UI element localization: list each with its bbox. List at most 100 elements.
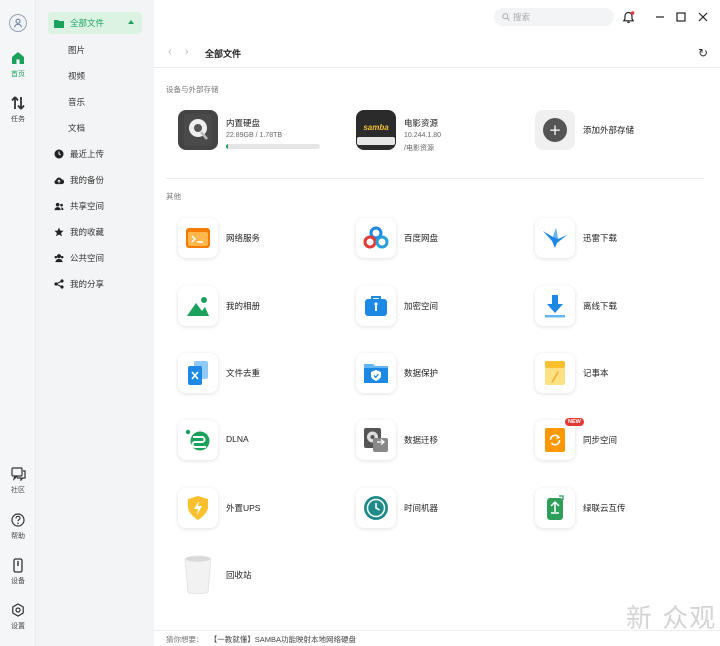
tile-external-ups[interactable]: 外置UPS xyxy=(178,488,348,536)
tile-label: 加密空间 xyxy=(404,301,439,311)
maximize-icon xyxy=(676,12,686,22)
tile-add-external-storage[interactable]: + 添加外部存储 xyxy=(535,110,705,158)
bell-icon xyxy=(622,10,634,23)
transfer-icon xyxy=(11,96,25,110)
tile-recycle-bin[interactable]: 回收站 xyxy=(178,555,348,603)
user-icon xyxy=(14,18,22,28)
rail-item-home[interactable]: 首页 xyxy=(0,50,36,79)
main-content: ‹ › 全部文件 ↻ 设备与外部存储 内置硬盘 22.89GB / 1.78TB… xyxy=(154,36,720,646)
sidebar-item-label: 我的收藏 xyxy=(70,227,105,237)
close-button[interactable] xyxy=(696,10,710,24)
tile-encrypted-space[interactable]: 加密空间 xyxy=(356,286,526,334)
tile-label: 网络服务 xyxy=(226,233,261,243)
gear-icon xyxy=(12,603,24,617)
home-icon xyxy=(12,52,24,64)
section-title-other: 其他 xyxy=(166,192,181,201)
tile-offline-download[interactable]: 离线下载 xyxy=(535,286,705,334)
tile-movie-resource[interactable]: samba 电影资源 10.244.1.80 /电影资源 xyxy=(356,110,526,158)
plus-icon: + xyxy=(549,121,562,139)
sidebar: 全部文件 图片 视频 音乐 文档 最近上传 我的备份 共享空间 我的收藏 公共空… xyxy=(36,0,154,646)
disk-usage-text: 22.89GB / 1.78TB xyxy=(226,132,283,139)
device-icon xyxy=(13,557,23,573)
tile-time-machine[interactable]: 时间机器 xyxy=(356,488,526,536)
minimize-button[interactable] xyxy=(653,10,667,24)
recommendation-hint: 猜你想要： xyxy=(166,635,204,644)
tile-label: 离线下载 xyxy=(583,301,618,311)
refresh-button[interactable]: ↻ xyxy=(698,46,708,60)
tile-data-protection[interactable]: 数据保护 xyxy=(356,353,526,401)
sidebar-sub-music[interactable]: 音乐 xyxy=(68,96,85,108)
tile-internal-disk[interactable]: 内置硬盘 22.89GB / 1.78TB xyxy=(178,110,348,158)
cloud-upload-icon xyxy=(54,177,64,184)
rail-label-device: 设备 xyxy=(11,578,25,585)
minimize-icon xyxy=(656,16,664,18)
trash-bin-icon xyxy=(178,555,218,595)
tile-label: 电影资源 xyxy=(404,118,439,128)
tile-label: 回收站 xyxy=(226,570,252,580)
sidebar-item-my-shares[interactable]: 我的分享 xyxy=(48,273,142,295)
rail-item-tasks[interactable]: 任务 xyxy=(0,95,36,124)
breadcrumb: 全部文件 xyxy=(205,49,242,59)
tile-label: 文件去重 xyxy=(226,368,261,378)
rail-label-tasks: 任务 xyxy=(11,116,25,123)
app-window: 首页 任务 社区 帮助 设备 设置 全部文件 图片 视频 音乐 文档 最近上传 … xyxy=(0,0,720,646)
tile-label: 数据迁移 xyxy=(404,435,439,445)
section-divider xyxy=(166,178,704,179)
rail-label-home: 首页 xyxy=(11,71,25,78)
tile-label: 绿联云互传 xyxy=(583,503,626,513)
sidebar-item-label: 共享空间 xyxy=(70,201,105,211)
tile-my-album[interactable]: 我的相册 xyxy=(178,286,348,334)
tile-ugreen-transfer[interactable]: 绿联云互传 xyxy=(535,488,705,536)
sidebar-item-backup[interactable]: 我的备份 xyxy=(48,169,142,191)
tile-thunder-download[interactable]: 迅雷下载 xyxy=(535,218,705,266)
rail-item-community[interactable]: 社区 xyxy=(0,466,36,495)
sidebar-sub-pictures[interactable]: 图片 xyxy=(68,44,85,56)
sidebar-item-public[interactable]: 公共空间 xyxy=(48,247,142,269)
hard-disk-icon xyxy=(178,110,218,150)
sidebar-item-label: 全部文件 xyxy=(70,18,105,28)
watermark: 新 众观 xyxy=(626,604,717,634)
tile-sync-space[interactable]: NEW 同步空间 xyxy=(535,418,705,468)
notification-button[interactable] xyxy=(621,10,635,24)
sync-file-icon xyxy=(535,420,575,460)
samba-drive-icon: samba xyxy=(356,110,396,150)
tile-label: 数据保护 xyxy=(404,368,439,378)
tile-label: DLNA xyxy=(226,434,249,444)
chevron-up-icon[interactable] xyxy=(128,20,134,24)
share-icon xyxy=(54,279,64,289)
rail-label-settings: 设置 xyxy=(11,623,25,630)
tile-data-migration[interactable]: 数据迁移 xyxy=(356,420,526,468)
search-input[interactable]: 搜索 xyxy=(494,8,614,26)
maximize-button[interactable] xyxy=(674,10,688,24)
tile-dlna[interactable]: DLNA xyxy=(178,420,348,468)
thunder-bird-icon xyxy=(535,218,575,258)
time-machine-icon xyxy=(356,488,396,528)
close-icon xyxy=(698,12,708,22)
download-icon xyxy=(535,286,575,326)
ups-shield-icon xyxy=(178,488,218,528)
tile-network-service[interactable]: 网络服务 xyxy=(178,218,348,266)
tile-baidu-pan[interactable]: 百度网盘 xyxy=(356,218,526,266)
star-icon xyxy=(54,227,64,237)
folder-icon xyxy=(54,19,64,28)
tile-notepad[interactable]: 记事本 xyxy=(535,353,705,401)
forward-button[interactable]: › xyxy=(185,46,189,58)
rail-item-settings[interactable]: 设置 xyxy=(0,602,36,631)
avatar[interactable] xyxy=(9,14,27,32)
sidebar-sub-videos[interactable]: 视频 xyxy=(68,70,85,82)
tile-file-dedup[interactable]: 文件去重 xyxy=(178,353,348,401)
sidebar-item-recent[interactable]: 最近上传 xyxy=(48,143,142,165)
rail-item-device[interactable]: 设备 xyxy=(0,557,36,586)
sidebar-item-favorites[interactable]: 我的收藏 xyxy=(48,221,142,243)
sidebar-item-shared[interactable]: 共享空间 xyxy=(48,195,142,217)
recommendation-link[interactable]: 【一教就懂】SAMBA功能映射本地网络硬盘 xyxy=(214,635,357,644)
tile-label: 同步空间 xyxy=(583,435,618,445)
samba-logo-text: samba xyxy=(363,123,389,132)
movie-path-text: /电影资源 xyxy=(404,145,434,152)
sidebar-sub-docs[interactable]: 文档 xyxy=(68,122,85,134)
rail-item-help[interactable]: 帮助 xyxy=(0,512,36,541)
navigation-bar: ‹ › 全部文件 ↻ xyxy=(154,36,720,68)
sidebar-item-all-files[interactable]: 全部文件 xyxy=(48,12,142,34)
sidebar-item-label: 最近上传 xyxy=(70,149,105,159)
back-button[interactable]: ‹ xyxy=(168,46,172,58)
